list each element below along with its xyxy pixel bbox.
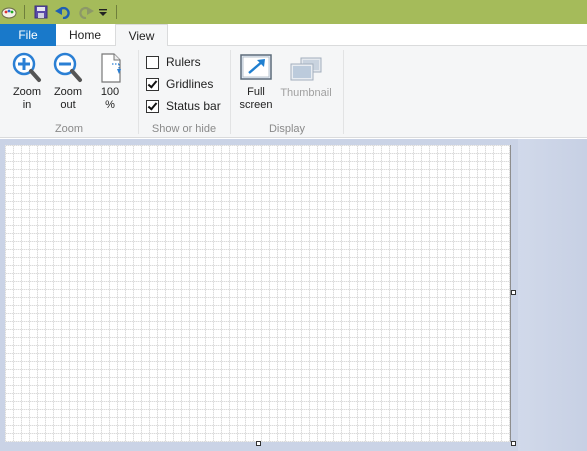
status-bar-check-box[interactable]	[146, 99, 159, 113]
qat-separator	[116, 5, 117, 19]
zoom-out-label: Zoom out	[53, 86, 83, 111]
full-screen-label: Full screen	[239, 86, 273, 111]
zoom-100-percent-button[interactable]: 100 %	[93, 52, 127, 112]
gridlines-label: Gridlines	[166, 77, 214, 91]
rulers-label: Rulers	[166, 55, 201, 69]
full-screen-icon	[240, 54, 272, 80]
canvas-workspace	[0, 139, 587, 451]
ribbon-tab-bar: File Home View	[0, 24, 587, 47]
thumbnail-button[interactable]: Thumbnail	[277, 56, 335, 100]
quick-access-toolbar	[0, 0, 587, 24]
rulers-checkbox[interactable]: Rulers	[146, 55, 201, 69]
group-separator	[138, 50, 139, 134]
gridlines-check-box[interactable]	[146, 77, 159, 91]
zoom-out-icon	[53, 52, 82, 82]
customize-dropdown-icon[interactable]	[96, 0, 110, 24]
resize-handle-right[interactable]	[511, 290, 516, 295]
group-separator	[343, 50, 344, 134]
tab-view[interactable]: View	[115, 24, 168, 47]
display-group-label: Display	[268, 123, 306, 135]
ribbon-view-panel: Zoom in Zoom out 100 % Zoom Rulers Gridl…	[0, 46, 587, 138]
workspace-background	[518, 139, 587, 451]
tab-home[interactable]: Home	[57, 24, 113, 46]
thumbnail-icon	[290, 57, 322, 81]
zoom-out-button[interactable]: Zoom out	[50, 52, 86, 112]
qat-separator	[24, 5, 25, 19]
zoom-in-button[interactable]: Zoom in	[9, 52, 45, 112]
rulers-check-box[interactable]	[146, 55, 159, 69]
checkmark-icon	[147, 77, 158, 89]
show-or-hide-group-label: Show or hide	[151, 123, 217, 135]
zoom-group-label: Zoom	[54, 123, 84, 135]
redo-icon[interactable]	[77, 0, 95, 24]
zoom-in-icon	[12, 52, 41, 82]
gridlines-checkbox[interactable]: Gridlines	[146, 77, 213, 91]
resize-handle-bottom[interactable]	[256, 441, 261, 446]
full-screen-button[interactable]: Full screen	[237, 54, 275, 112]
page-100-icon	[101, 53, 121, 83]
group-separator	[230, 50, 231, 134]
undo-icon[interactable]	[54, 0, 72, 24]
thumbnail-label: Thumbnail	[280, 87, 332, 99]
status-bar-checkbox[interactable]: Status bar	[146, 99, 221, 113]
drawing-canvas[interactable]	[5, 145, 511, 442]
resize-handle-corner[interactable]	[511, 441, 516, 446]
save-icon[interactable]	[32, 0, 50, 24]
tab-file[interactable]: File	[0, 24, 56, 46]
zoom-in-label: Zoom in	[12, 86, 42, 111]
checkmark-icon	[147, 99, 158, 111]
paint-app-icon[interactable]	[0, 0, 18, 24]
zoom-100-label: 100 %	[100, 86, 120, 111]
status-bar-label: Status bar	[166, 99, 221, 113]
